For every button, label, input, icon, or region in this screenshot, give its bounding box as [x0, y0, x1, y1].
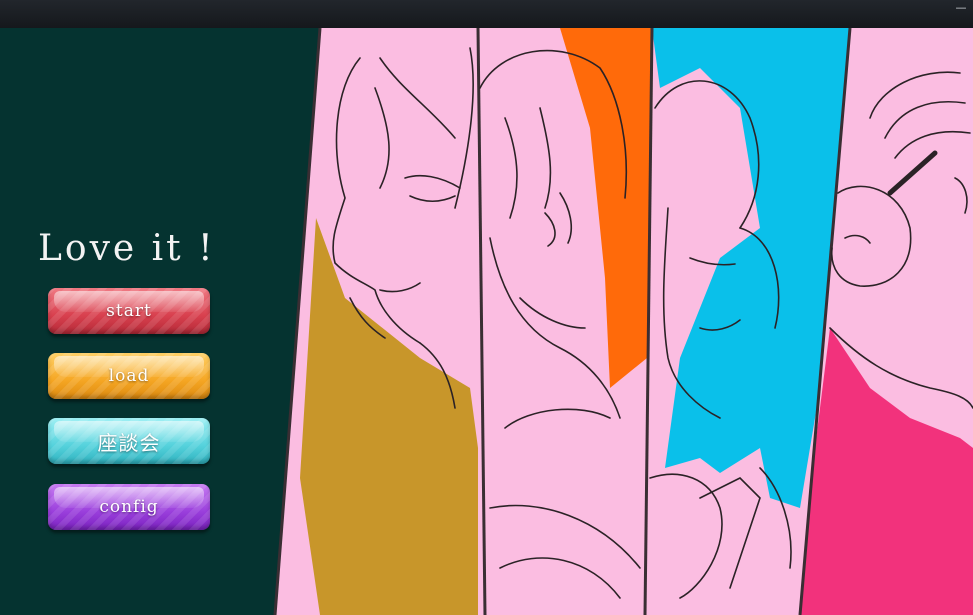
- load-button-label: load: [108, 366, 150, 386]
- config-button-label: config: [99, 497, 159, 517]
- minimize-button[interactable]: —: [953, 2, 969, 13]
- roundtable-talk-button[interactable]: 座談会: [48, 418, 210, 464]
- roundtable-talk-button-label: 座談会: [97, 430, 161, 455]
- start-button[interactable]: start: [48, 288, 210, 334]
- load-button[interactable]: load: [48, 353, 210, 399]
- game-title: Love it !: [38, 228, 216, 269]
- title-screen: Love it ! start load 座談会 config: [0, 28, 973, 615]
- config-button[interactable]: config: [48, 484, 210, 530]
- window-titlebar: —: [0, 0, 973, 29]
- start-button-label: start: [106, 301, 152, 321]
